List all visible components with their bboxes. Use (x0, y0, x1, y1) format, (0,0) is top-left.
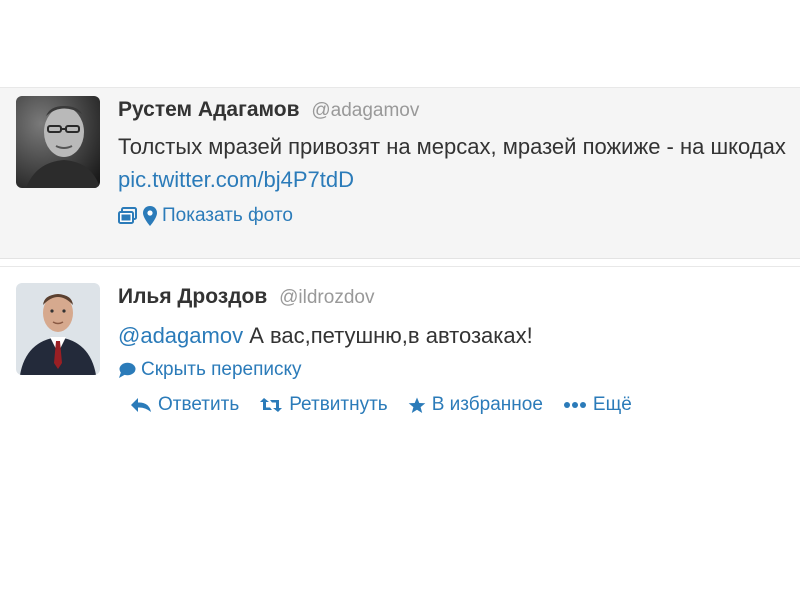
hide-conversation-label: Скрыть переписку (141, 359, 302, 380)
retweet-button[interactable]: Ретвитнуть (259, 394, 388, 416)
more-label: Ещё (592, 394, 632, 415)
author-fullname[interactable]: Рустем Адагамов (118, 98, 300, 121)
avatar[interactable] (16, 283, 100, 375)
tweet-header: Рустем Адагамов @adagamov (118, 98, 419, 122)
tweet-text: Толстых мразей привозят на мерсах, мразе… (118, 130, 788, 196)
tweet-item[interactable]: Илья Дроздов @ildrozdov @adagamov А вас,… (0, 266, 800, 426)
tweet-text-body: А вас,петушню,в автозаках! (243, 323, 533, 348)
avatar[interactable] (16, 96, 100, 188)
reply-label: Ответить (158, 394, 240, 415)
tweet-header: Илья Дроздов @ildrozdov (118, 285, 374, 309)
tweet-item[interactable]: Рустем Адагамов @adagamov Толстых мразей… (0, 87, 800, 259)
show-photo-button[interactable]: Показать фото (118, 205, 293, 227)
author-screen-name[interactable]: @ildrozdov (279, 287, 374, 308)
author-fullname[interactable]: Илья Дроздов (118, 285, 267, 308)
reply-icon (130, 397, 152, 413)
photo-icon (118, 207, 138, 225)
photo-link[interactable]: pic.twitter.com/bj4P7tdD (118, 167, 354, 192)
author-screen-name[interactable]: @adagamov (311, 100, 419, 121)
tweet-conversation: Рустем Адагамов @adagamov Толстых мразей… (0, 0, 800, 600)
retweet-icon (259, 397, 283, 413)
more-dots-icon (563, 401, 587, 409)
retweet-label: Ретвитнуть (289, 394, 388, 415)
tweet-text: @adagamov А вас,петушню,в автозаках! (118, 319, 788, 352)
mention-link[interactable]: @adagamov (118, 323, 243, 348)
star-icon (408, 397, 426, 414)
tweet-text-body: Толстых мразей привозят на мерсах, мразе… (118, 134, 786, 159)
hide-conversation-button[interactable]: Скрыть переписку (118, 359, 302, 381)
location-pin-icon (143, 206, 157, 226)
conversation-bubble-icon (118, 362, 136, 379)
show-photo-label: Показать фото (162, 205, 293, 226)
favorite-button[interactable]: В избранное (408, 394, 543, 416)
more-button[interactable]: Ещё (563, 394, 632, 416)
favorite-label: В избранное (431, 394, 543, 415)
tweet-actions: Ответить Ретвитнуть В избранное Ещё (130, 394, 652, 416)
reply-button[interactable]: Ответить (130, 394, 239, 416)
